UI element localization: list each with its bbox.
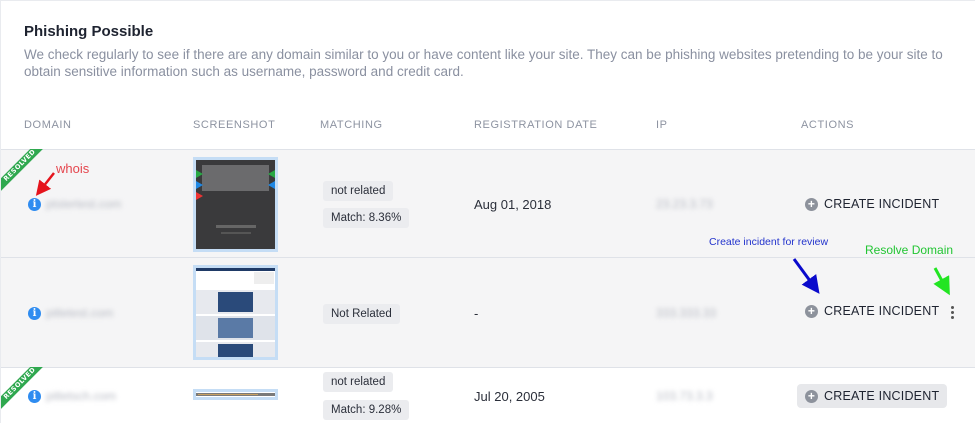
domain-name[interactable]: ptstertest.com — [46, 197, 121, 211]
column-header-domain: DOMAIN — [24, 119, 72, 131]
create-incident-label: CREATE INCIDENT — [824, 389, 940, 403]
phishing-panel: Phishing Possible We check regularly to … — [0, 0, 975, 423]
create-incident-button[interactable]: + CREATE INCIDENT — [797, 299, 947, 323]
matching-badge: not related — [323, 372, 394, 392]
more-options-icon[interactable] — [949, 306, 955, 322]
registration-date: Jul 20, 2005 — [474, 389, 545, 404]
plus-icon: + — [805, 304, 818, 318]
section-title: Phishing Possible — [24, 23, 154, 40]
screenshot-thumbnail[interactable] — [193, 265, 278, 360]
ip-address: 23.23.3.73 — [656, 197, 713, 211]
domain-name[interactable]: pitletsch.com — [46, 389, 116, 403]
create-incident-label: CREATE INCIDENT — [824, 197, 940, 211]
column-header-registration-date: REGISTRATION DATE — [474, 119, 598, 131]
resolved-ribbon: RESOLVED — [1, 367, 45, 411]
match-score-badge: Match: 9.28% — [323, 400, 410, 420]
registration-date: - — [474, 306, 479, 321]
matching-badge: not related — [323, 181, 394, 201]
column-header-ip: IP — [656, 119, 668, 131]
ip-address: 333.333.33 — [656, 306, 717, 320]
info-icon[interactable]: i — [28, 198, 41, 211]
section-description: We check regularly to see if there are a… — [24, 47, 943, 79]
column-header-matching: MATCHING — [320, 119, 383, 131]
annotation-create-incident: Create incident for review — [709, 236, 829, 248]
create-incident-label: CREATE INCIDENT — [824, 304, 940, 318]
annotation-whois: whois — [56, 161, 90, 176]
plus-icon: + — [805, 197, 818, 211]
resolved-ribbon: RESOLVED — [1, 149, 45, 193]
screenshot-thumbnail[interactable] — [193, 389, 278, 400]
registration-date: Aug 01, 2018 — [474, 197, 552, 212]
column-header-screenshot: SCREENSHOT — [193, 119, 276, 131]
ip-address: 103.73.3.3 — [656, 389, 713, 403]
match-score-badge: Match: 8.36% — [323, 208, 410, 228]
matching-badge: Not Related — [323, 304, 400, 324]
plus-icon: + — [805, 389, 818, 403]
column-header-actions: ACTIONS — [801, 119, 855, 131]
create-incident-button[interactable]: + CREATE INCIDENT — [797, 192, 947, 216]
create-incident-button[interactable]: + CREATE INCIDENT — [797, 384, 948, 408]
screenshot-thumbnail[interactable] — [193, 157, 278, 252]
info-icon[interactable]: i — [28, 307, 41, 320]
domain-name[interactable]: pitletest.com — [46, 306, 113, 320]
info-icon[interactable]: i — [28, 390, 41, 403]
annotation-resolve-domain: Resolve Domain — [865, 243, 954, 257]
